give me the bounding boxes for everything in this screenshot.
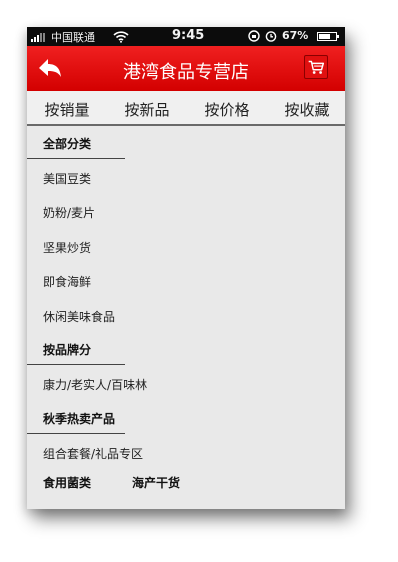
- category-item[interactable]: 坚果炒货: [43, 239, 91, 256]
- carrier-name: 中国联通: [51, 31, 95, 44]
- tab-sort-by-favorites[interactable]: 按收藏: [267, 99, 345, 120]
- tab-sort-by-price[interactable]: 按价格: [187, 99, 267, 120]
- battery-fill: [319, 34, 330, 39]
- section-edible-fungi[interactable]: 食用菌类: [43, 474, 91, 491]
- phone-screen: 中国联通 9:45 67% 港湾食品专营店 按销量 按新品 按价格 按收藏 全部…: [27, 27, 345, 509]
- cart-button[interactable]: [304, 55, 328, 79]
- status-bar: 中国联通 9:45 67%: [27, 27, 345, 46]
- section-all-categories: 全部分类: [43, 137, 92, 151]
- battery-icon: [317, 32, 339, 41]
- section-autumn-hot: 秋季热卖产品: [43, 412, 116, 426]
- section-divider: [27, 433, 125, 434]
- section-by-brand: 按品牌分: [43, 343, 92, 357]
- category-item[interactable]: 即食海鲜: [43, 273, 91, 290]
- tab-sort-by-sales[interactable]: 按销量: [27, 99, 107, 120]
- section-divider: [27, 364, 125, 365]
- category-item[interactable]: 奶粉/麦片: [43, 204, 95, 221]
- season-item[interactable]: 组合套餐/礼品专区: [43, 445, 143, 462]
- alarm-icon: [265, 31, 277, 42]
- rotation-lock-icon: [248, 30, 260, 42]
- app-header: 港湾食品专营店: [27, 46, 345, 91]
- battery-nub: [337, 35, 339, 38]
- section-dried-seafood[interactable]: 海产干货: [132, 474, 180, 491]
- battery-percent: 67%: [282, 29, 309, 42]
- category-item[interactable]: 美国豆类: [43, 170, 91, 187]
- category-item[interactable]: 休闲美味食品: [43, 308, 115, 325]
- page-title: 港湾食品专营店: [123, 62, 249, 83]
- wifi-icon: [113, 31, 129, 43]
- brand-item[interactable]: 康力/老实人/百味林: [43, 376, 147, 393]
- back-arrow-icon[interactable]: [37, 57, 63, 79]
- section-divider: [27, 158, 125, 159]
- tab-sort-by-new[interactable]: 按新品: [107, 99, 187, 120]
- signal-icon: [31, 33, 45, 42]
- clock: 9:45: [172, 28, 205, 43]
- cart-icon: [308, 60, 325, 74]
- sort-bar: 按销量 按新品 按价格 按收藏: [27, 91, 345, 126]
